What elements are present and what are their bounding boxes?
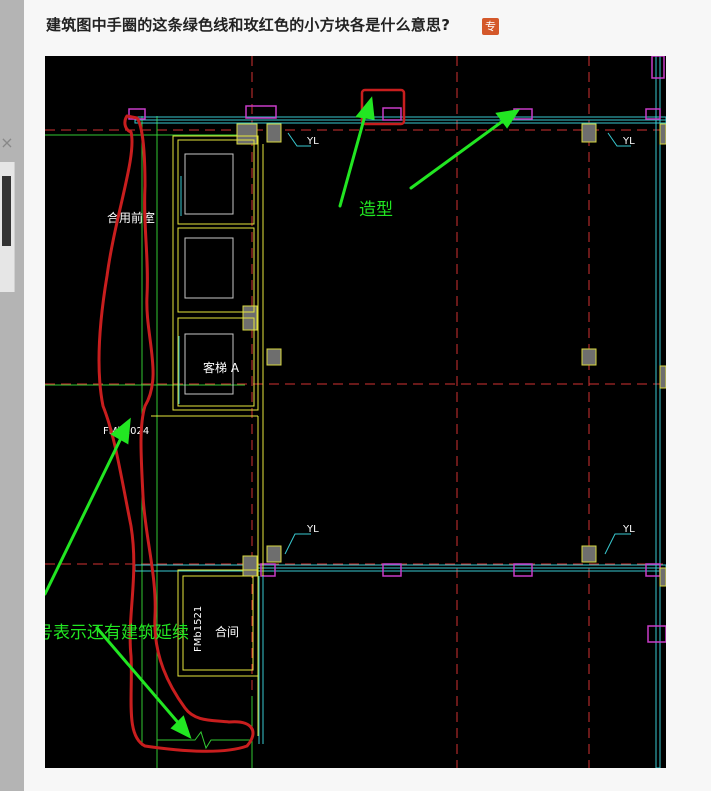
door-label: FMb1521 xyxy=(193,606,204,652)
cad-drawing-image[interactable]: YL YL YL YL 合用前室 客梯 A FMb1024 FMb1521 合间… xyxy=(45,56,666,768)
side-tab[interactable] xyxy=(0,162,15,292)
yl-label: YL xyxy=(622,524,635,535)
yl-label: YL xyxy=(622,136,635,147)
elevator-shafts xyxy=(151,135,264,736)
room-label: 合间 xyxy=(215,624,239,639)
yl-label: YL xyxy=(306,136,319,147)
top-wall xyxy=(134,56,666,768)
expert-badge: 专 xyxy=(482,18,499,35)
close-icon[interactable]: × xyxy=(0,132,14,154)
yl-leaders xyxy=(284,132,631,555)
elevator-label: 客梯 A xyxy=(203,360,240,375)
side-tab-label xyxy=(2,176,11,246)
shape-annotation: 造型 xyxy=(359,200,393,220)
break-annotation: 折号表示还有建筑延续 xyxy=(45,623,189,643)
left-gutter xyxy=(0,0,24,791)
room-label: 合用前室 xyxy=(107,210,155,225)
break-symbol xyxy=(157,730,252,750)
red-axis-lines xyxy=(45,56,666,768)
yl-label: YL xyxy=(306,524,319,535)
cyan-walls xyxy=(178,176,264,744)
question-title: 建筑图中手圈的这条绿色线和玫红色的小方块各是什么意思? xyxy=(46,16,451,34)
columns xyxy=(236,123,666,587)
